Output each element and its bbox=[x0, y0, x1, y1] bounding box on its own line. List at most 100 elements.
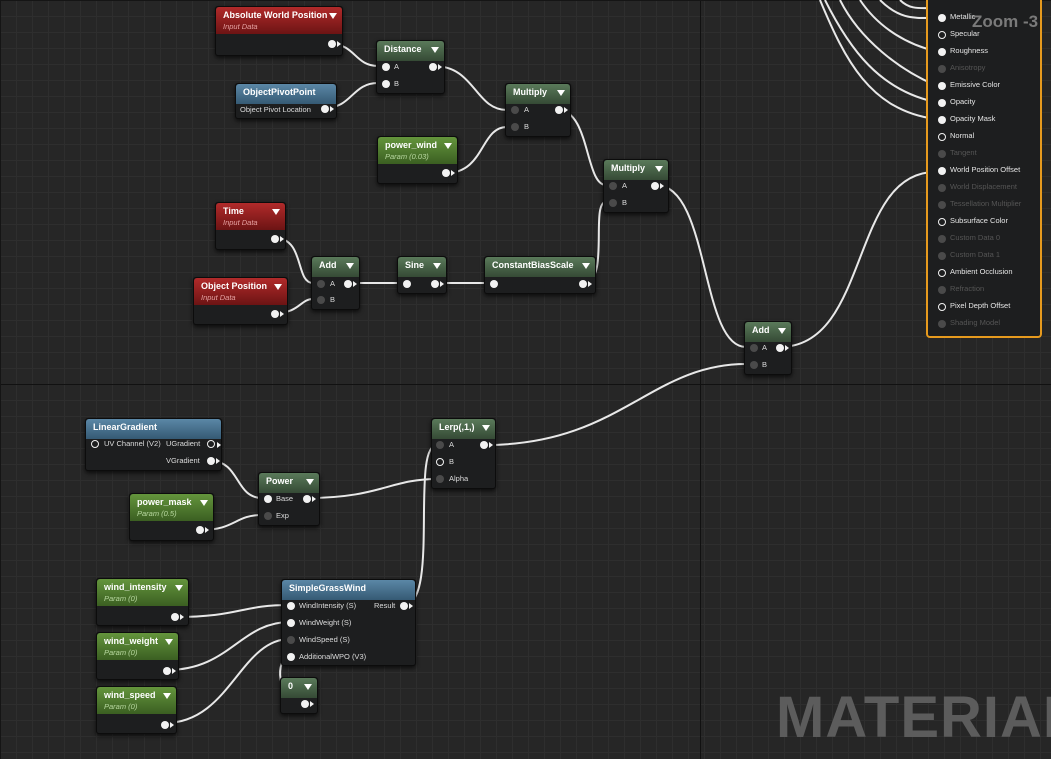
input-pin-b[interactable] bbox=[609, 199, 617, 207]
output-pin[interactable] bbox=[328, 40, 341, 48]
collapse-arrow-icon[interactable] bbox=[163, 693, 171, 699]
input-pin-b[interactable] bbox=[382, 80, 390, 88]
input-pin[interactable] bbox=[938, 320, 946, 328]
add-node[interactable]: Add A B bbox=[744, 321, 792, 375]
input-pin-exp[interactable] bbox=[264, 512, 272, 520]
output-pin[interactable] bbox=[344, 280, 357, 288]
node-header[interactable]: Multiply bbox=[506, 84, 570, 104]
input-pin[interactable] bbox=[938, 252, 946, 260]
output-pin[interactable] bbox=[301, 700, 314, 708]
node-header[interactable]: 0 bbox=[281, 678, 317, 698]
material-result-node[interactable]: Metallic Specular Roughness Anisotropy Emiss… bbox=[926, 0, 1042, 338]
input-pin[interactable] bbox=[938, 303, 946, 311]
input-pin-a[interactable] bbox=[750, 344, 758, 352]
input-pin-uv[interactable] bbox=[91, 440, 99, 448]
node-header[interactable]: wind_weight Param (0) bbox=[97, 633, 178, 660]
node-header[interactable]: Time Input Data bbox=[216, 203, 285, 230]
input-pin-a[interactable] bbox=[511, 106, 519, 114]
object-pivot-point-node[interactable]: ObjectPivotPoint Object Pivot Location bbox=[235, 83, 337, 119]
add-node[interactable]: Add A B bbox=[311, 256, 360, 310]
input-pin[interactable] bbox=[938, 167, 946, 175]
input-pin[interactable] bbox=[490, 280, 498, 288]
wind-weight-param-node[interactable]: wind_weight Param (0) bbox=[96, 632, 179, 680]
power-node[interactable]: Power Base Exp bbox=[258, 472, 320, 526]
collapse-arrow-icon[interactable] bbox=[200, 500, 208, 506]
wind-intensity-param-node[interactable]: wind_intensity Param (0) bbox=[96, 578, 189, 626]
input-pin[interactable] bbox=[938, 82, 946, 90]
input-pin-additional-wpo[interactable] bbox=[287, 653, 295, 661]
node-header[interactable]: Distance bbox=[377, 41, 444, 61]
distance-node[interactable]: Distance A B bbox=[376, 40, 445, 94]
output-pin[interactable] bbox=[442, 169, 455, 177]
node-header[interactable]: ConstantBiasScale bbox=[485, 257, 595, 277]
collapse-arrow-icon[interactable] bbox=[165, 639, 173, 645]
node-header[interactable]: Add bbox=[312, 257, 359, 277]
node-header[interactable]: Absolute World Position Input Data bbox=[216, 7, 342, 34]
time-input-node[interactable]: Time Input Data bbox=[215, 202, 286, 250]
output-pin[interactable] bbox=[271, 310, 284, 318]
collapse-arrow-icon[interactable] bbox=[557, 90, 565, 96]
material-graph-canvas[interactable]: Absolute World Position Input Data Dista… bbox=[0, 0, 1051, 759]
output-pin[interactable] bbox=[303, 495, 316, 503]
input-pin-wind-weight[interactable] bbox=[287, 619, 295, 627]
input-pin[interactable] bbox=[938, 65, 946, 73]
simple-grass-wind-node[interactable]: SimpleGrassWind WindIntensity (S) WindWe… bbox=[281, 579, 416, 666]
collapse-arrow-icon[interactable] bbox=[482, 425, 490, 431]
absolute-world-position-node[interactable]: Absolute World Position Input Data bbox=[215, 6, 343, 56]
collapse-arrow-icon[interactable] bbox=[444, 143, 452, 149]
node-header[interactable]: wind_intensity Param (0) bbox=[97, 579, 188, 606]
input-pin[interactable] bbox=[938, 150, 946, 158]
object-position-input-node[interactable]: Object Position Input Data bbox=[193, 277, 288, 325]
collapse-arrow-icon[interactable] bbox=[346, 263, 354, 269]
input-pin-a[interactable] bbox=[609, 182, 617, 190]
collapse-arrow-icon[interactable] bbox=[778, 328, 786, 334]
output-pin[interactable] bbox=[163, 667, 176, 675]
multiply-node[interactable]: Multiply A B bbox=[505, 83, 571, 137]
output-pin[interactable] bbox=[429, 63, 442, 71]
output-pin[interactable] bbox=[651, 182, 664, 190]
input-pin-alpha[interactable] bbox=[436, 475, 444, 483]
constant-zero-node[interactable]: 0 bbox=[280, 677, 318, 714]
output-pin[interactable] bbox=[271, 235, 284, 243]
linear-gradient-node[interactable]: LinearGradient UV Channel (V2) UGradient… bbox=[85, 418, 222, 471]
collapse-arrow-icon[interactable] bbox=[329, 13, 337, 19]
input-pin-a[interactable] bbox=[317, 280, 325, 288]
node-header[interactable]: Object Position Input Data bbox=[194, 278, 287, 305]
input-pin[interactable] bbox=[938, 133, 946, 141]
output-pin-vgradient[interactable] bbox=[207, 457, 220, 465]
collapse-arrow-icon[interactable] bbox=[304, 684, 312, 690]
output-pin[interactable] bbox=[579, 280, 592, 288]
node-header[interactable]: Sine bbox=[398, 257, 446, 277]
collapse-arrow-icon[interactable] bbox=[272, 209, 280, 215]
collapse-arrow-icon[interactable] bbox=[274, 284, 282, 290]
input-pin[interactable] bbox=[938, 116, 946, 124]
input-pin[interactable] bbox=[938, 201, 946, 209]
node-header[interactable]: power_wind Param (0.03) bbox=[378, 137, 457, 164]
input-pin-b[interactable] bbox=[750, 361, 758, 369]
output-pin[interactable] bbox=[431, 280, 444, 288]
power-wind-param-node[interactable]: power_wind Param (0.03) bbox=[377, 136, 458, 184]
node-header[interactable]: SimpleGrassWind bbox=[282, 580, 415, 600]
collapse-arrow-icon[interactable] bbox=[655, 166, 663, 172]
input-pin[interactable] bbox=[938, 286, 946, 294]
node-header[interactable]: ObjectPivotPoint bbox=[236, 84, 336, 104]
node-header[interactable]: power_mask Param (0.5) bbox=[130, 494, 213, 521]
input-pin[interactable] bbox=[938, 184, 946, 192]
input-pin-a[interactable] bbox=[382, 63, 390, 71]
node-header[interactable]: Add bbox=[745, 322, 791, 342]
input-pin[interactable] bbox=[938, 218, 946, 226]
collapse-arrow-icon[interactable] bbox=[433, 263, 441, 269]
node-header[interactable]: Power bbox=[259, 473, 319, 493]
input-pin[interactable] bbox=[938, 14, 946, 22]
output-pin[interactable] bbox=[555, 106, 568, 114]
output-pin[interactable] bbox=[776, 344, 789, 352]
collapse-arrow-icon[interactable] bbox=[582, 263, 590, 269]
input-pin[interactable] bbox=[938, 99, 946, 107]
input-pin-b[interactable] bbox=[511, 123, 519, 131]
input-pin[interactable] bbox=[938, 269, 946, 277]
output-pin[interactable] bbox=[161, 721, 174, 729]
power-mask-param-node[interactable]: power_mask Param (0.5) bbox=[129, 493, 214, 541]
output-pin-ugradient[interactable] bbox=[207, 440, 221, 448]
output-pin[interactable] bbox=[321, 105, 334, 113]
input-pin-wind-speed[interactable] bbox=[287, 636, 295, 644]
